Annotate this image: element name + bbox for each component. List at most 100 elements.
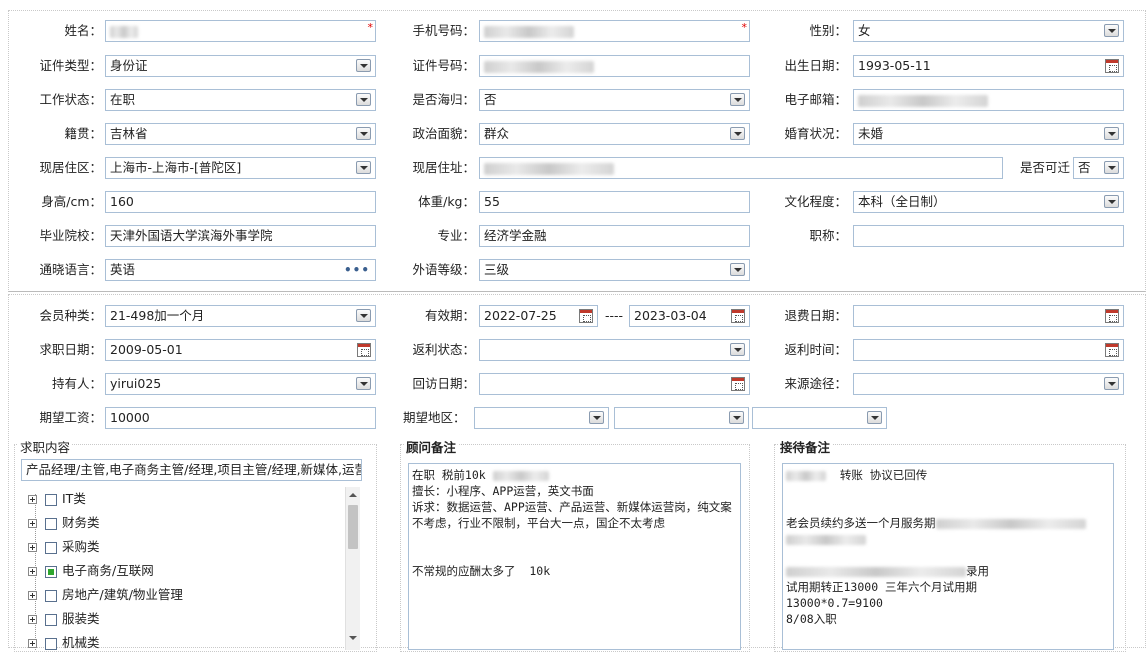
residence-area-select[interactable]: 上海市-上海市-[普陀区] xyxy=(105,157,376,179)
calendar-icon[interactable] xyxy=(1105,343,1119,357)
major-input[interactable]: 经济学金融 xyxy=(479,225,750,247)
marital-select[interactable]: 未婚 xyxy=(853,123,1124,145)
chevron-down-icon[interactable] xyxy=(1104,195,1119,208)
email-input[interactable] xyxy=(853,89,1124,111)
chevron-down-icon[interactable] xyxy=(730,93,745,106)
school-label: 毕业院校： xyxy=(39,228,102,243)
overseas-select[interactable]: 否 xyxy=(479,89,750,111)
expand-icon[interactable] xyxy=(28,543,37,552)
member-type-select[interactable]: 21-498加一个月 xyxy=(105,305,376,327)
id-type-select[interactable]: 身份证 xyxy=(105,55,376,77)
region-province-select[interactable] xyxy=(474,407,609,429)
chevron-down-icon[interactable] xyxy=(1104,127,1119,140)
chevron-down-icon[interactable] xyxy=(730,263,745,276)
checkbox[interactable] xyxy=(45,541,57,554)
calendar-icon[interactable] xyxy=(731,309,745,323)
checkbox[interactable] xyxy=(45,517,57,530)
foreign-level-value: 三级 xyxy=(484,262,510,277)
education-select[interactable]: 本科（全日制） xyxy=(853,191,1124,213)
birth-date-input[interactable]: 1993-05-11 xyxy=(853,55,1124,77)
foreign-level-select[interactable]: 三级 xyxy=(479,259,750,281)
chevron-down-icon[interactable] xyxy=(1104,377,1119,390)
region-city-select[interactable] xyxy=(614,407,749,429)
expand-icon[interactable] xyxy=(28,519,37,528)
chevron-down-icon[interactable] xyxy=(729,411,744,424)
native-place-select[interactable]: 吉林省 xyxy=(105,123,376,145)
expand-icon[interactable] xyxy=(28,591,37,600)
tree-item[interactable]: 机械类 xyxy=(28,633,100,653)
source-select[interactable] xyxy=(853,373,1124,395)
chevron-down-icon[interactable] xyxy=(356,127,371,140)
rebate-time-input[interactable] xyxy=(853,339,1124,361)
advisor-notes-textarea[interactable]: 在职 税前10k 擅长：小程序、APP运营，英文书面 诉求：数据运营、APP运营… xyxy=(408,463,741,650)
political-select[interactable]: 群众 xyxy=(479,123,750,145)
tree-scrollbar[interactable] xyxy=(345,487,360,650)
chevron-down-icon[interactable] xyxy=(356,309,371,322)
more-options-icon[interactable]: ••• xyxy=(344,260,370,280)
job-category-tree[interactable]: IT类财务类采购类电子商务/互联网房地产/建筑/物业管理 服装类机械类 xyxy=(28,489,346,650)
checkbox[interactable] xyxy=(45,637,57,650)
tree-item[interactable]: 房地产/建筑/物业管理 xyxy=(28,585,183,605)
scroll-thumb[interactable] xyxy=(348,505,358,549)
tree-item[interactable]: IT类 xyxy=(28,489,86,509)
tree-item[interactable]: 采购类 xyxy=(28,537,100,557)
calendar-icon[interactable] xyxy=(1105,59,1119,73)
scroll-down-icon[interactable] xyxy=(349,636,357,640)
expand-icon[interactable] xyxy=(28,567,37,576)
chevron-down-icon[interactable] xyxy=(589,411,604,424)
chevron-down-icon[interactable] xyxy=(356,377,371,390)
language-label: 通晓语言： xyxy=(39,262,102,277)
name-input[interactable]: * xyxy=(105,20,376,42)
expand-icon[interactable] xyxy=(28,639,37,648)
refund-date-input[interactable] xyxy=(853,305,1124,327)
valid-to-input[interactable]: 2023-03-04 xyxy=(629,305,750,327)
education-value: 本科（全日制） xyxy=(858,194,946,209)
chevron-down-icon[interactable] xyxy=(867,411,882,424)
reception-notes-textarea[interactable]: 转账 协议已回传 老会员续约多送一个月服务期 录用 试用期转正13000 三年六… xyxy=(782,463,1114,650)
height-input[interactable]: 160 xyxy=(105,191,376,213)
work-status-select[interactable]: 在职 xyxy=(105,89,376,111)
region-district-select[interactable] xyxy=(752,407,887,429)
holder-value: yirui025 xyxy=(110,376,162,391)
checkbox[interactable] xyxy=(45,493,57,506)
chevron-down-icon[interactable] xyxy=(730,127,745,140)
id-number-input[interactable] xyxy=(479,55,750,77)
address-input[interactable] xyxy=(479,157,1003,179)
chevron-down-icon[interactable] xyxy=(1104,161,1119,174)
language-picker[interactable]: 英语 ••• xyxy=(105,259,376,281)
calendar-icon[interactable] xyxy=(1105,309,1119,323)
professional-title-input[interactable] xyxy=(853,225,1124,247)
scroll-up-icon[interactable] xyxy=(349,493,357,497)
calendar-icon[interactable] xyxy=(731,377,745,391)
calendar-icon[interactable] xyxy=(357,343,371,357)
tree-item[interactable]: 服装类 xyxy=(28,609,100,629)
checkbox[interactable] xyxy=(45,613,57,626)
school-input[interactable]: 天津外国语大学滨海外事学院 xyxy=(105,225,376,247)
checkbox[interactable] xyxy=(45,589,57,602)
weight-input[interactable]: 55 xyxy=(479,191,750,213)
rebate-status-select[interactable] xyxy=(479,339,750,361)
holder-select[interactable]: yirui025 xyxy=(105,373,376,395)
visit-date-input[interactable] xyxy=(479,373,750,395)
chevron-down-icon[interactable] xyxy=(356,161,371,174)
gender-select[interactable]: 女 xyxy=(853,20,1124,42)
salary-input[interactable]: 10000 xyxy=(105,407,376,429)
job-date-input[interactable]: 2009-05-01 xyxy=(105,339,376,361)
checkbox[interactable] xyxy=(45,565,57,578)
tree-item[interactable]: 财务类 xyxy=(28,513,100,533)
valid-from-input[interactable]: 2022-07-25 xyxy=(479,305,598,327)
relocate-select[interactable]: 否 xyxy=(1073,157,1124,179)
calendar-icon[interactable] xyxy=(579,309,593,323)
tree-item[interactable]: 电子商务/互联网 xyxy=(28,561,154,581)
chevron-down-icon[interactable] xyxy=(730,343,745,356)
tree-item-label: IT类 xyxy=(62,491,86,506)
id-number-redacted xyxy=(484,60,594,73)
expand-icon[interactable] xyxy=(28,615,37,624)
chevron-down-icon[interactable] xyxy=(356,59,371,72)
chevron-down-icon[interactable] xyxy=(356,93,371,106)
member-type-value: 21-498加一个月 xyxy=(110,308,205,323)
job-content-summary[interactable]: 产品经理/主管,电子商务主管/经理,项目主管/经理,新媒体,运营 xyxy=(21,459,362,481)
chevron-down-icon[interactable] xyxy=(1104,24,1119,37)
expand-icon[interactable] xyxy=(28,495,37,504)
phone-input[interactable]: * xyxy=(479,20,750,42)
